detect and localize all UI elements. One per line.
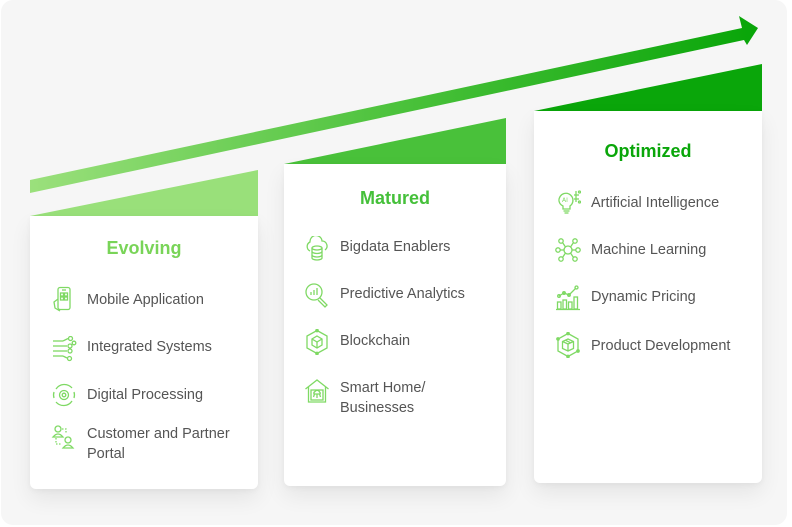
predictive-analytics-icon	[304, 282, 330, 308]
stage-card-optimized: Optimized AI Artificial Intelligence Mac…	[534, 111, 762, 483]
item-label: Predictive Analytics	[340, 286, 465, 302]
machine-learning-icon	[555, 237, 581, 263]
list-item: Machine Learning	[555, 237, 760, 263]
stage-title: Evolving	[106, 238, 182, 258]
list-item: AI Artificial Intelligence	[555, 189, 760, 215]
integrated-systems-icon	[51, 336, 77, 362]
item-label: Integrated Systems	[87, 339, 212, 355]
stage-title: Matured	[359, 188, 430, 208]
item-label: Machine Learning	[591, 242, 707, 258]
item-label: Bigdata Enablers	[340, 239, 451, 255]
smart-home-icon	[304, 378, 330, 404]
list-item: Predictive Analytics	[304, 282, 504, 308]
list-item: Customer and Partner Portal	[51, 424, 251, 464]
item-label: Mobile Application	[87, 292, 204, 308]
item-label: Customer and Partner Portal	[87, 426, 230, 462]
bigdata-icon	[304, 236, 330, 262]
list-item: Digital Processing	[51, 382, 251, 408]
list-item: Dynamic Pricing	[555, 285, 760, 311]
list-item: Smart Home/ Businesses	[304, 378, 504, 418]
mobile-app-icon	[51, 286, 77, 312]
svg-text:AI: AI	[562, 197, 568, 204]
list-item: Blockchain	[304, 329, 504, 355]
item-label: Digital Processing	[87, 387, 204, 403]
dynamic-pricing-icon	[555, 285, 581, 311]
digital-processing-icon	[51, 382, 77, 408]
stage-title: Optimized	[604, 141, 692, 161]
list-item: Bigdata Enablers	[304, 236, 504, 262]
item-label: Smart Home/ Businesses	[340, 380, 426, 416]
product-development-icon	[555, 332, 581, 358]
item-label: Product Development	[591, 338, 731, 354]
ai-icon: AI	[555, 189, 581, 215]
list-item: Mobile Application	[51, 286, 251, 312]
customer-portal-icon	[51, 424, 77, 450]
blockchain-icon	[304, 329, 330, 355]
stage-card-matured: Matured Bigdata Enablers Predictive Anal…	[284, 164, 506, 486]
item-label: Blockchain	[340, 333, 411, 349]
stage-card-evolving: Evolving Mobile Application Integrated S…	[30, 216, 258, 489]
item-label: Artificial Intelligence	[591, 195, 720, 211]
list-item: Product Development	[555, 332, 760, 358]
item-label: Dynamic Pricing	[591, 289, 696, 305]
list-item: Integrated Systems	[51, 336, 251, 362]
